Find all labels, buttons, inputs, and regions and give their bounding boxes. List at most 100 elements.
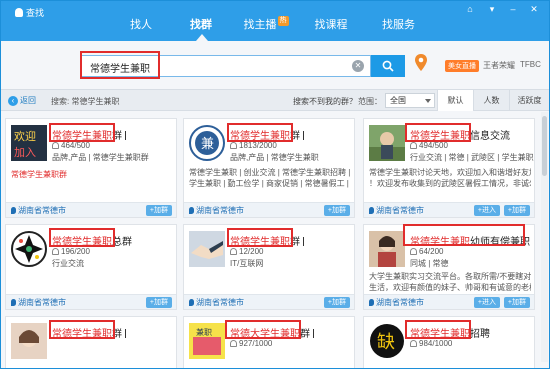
group-tags: 同城 | 常德 bbox=[410, 259, 449, 268]
join-group-button[interactable]: +加群 bbox=[503, 297, 530, 308]
group-location-text: 湖南省常德市 bbox=[376, 206, 424, 215]
group-location: 湖南省常德市 bbox=[369, 205, 424, 216]
group-desc-line1: 大学生兼职实习交流平台。各取所需/不要瞎对方 bbox=[369, 272, 531, 281]
people-icon bbox=[52, 142, 59, 149]
group-tags: 品牌,产品 | 常德学生兼职 bbox=[230, 153, 319, 162]
people-icon bbox=[230, 142, 237, 149]
member-count-value: 64/200 bbox=[419, 247, 444, 256]
hot-badge: 热 bbox=[277, 16, 289, 26]
group-tags: 行业交流 bbox=[52, 259, 84, 268]
location-icon[interactable] bbox=[414, 53, 428, 73]
tab-find-service[interactable]: 找服务 bbox=[371, 11, 426, 41]
svg-text:缺: 缺 bbox=[377, 332, 395, 353]
side-link-2[interactable]: TFBC bbox=[520, 60, 541, 69]
title-nav-bar: 查找 ⌂ ▾ – ✕ 找人 找群 找主播热 找课程 找服务 bbox=[1, 1, 549, 41]
card-footer: 湖南省常德市 +进入 +加群 bbox=[364, 202, 534, 217]
back-button[interactable]: ‹ 返回 bbox=[8, 95, 36, 106]
enter-group-button[interactable]: +进入 bbox=[473, 205, 500, 216]
not-found-link[interactable]: 搜索不到我的群？ bbox=[293, 96, 357, 107]
member-count-value: 1813/2000 bbox=[239, 141, 277, 150]
sort-members-tab[interactable]: 人数 bbox=[473, 90, 509, 111]
card-footer: 湖南省常德市 +加群 bbox=[184, 202, 354, 217]
search-icon bbox=[382, 60, 394, 72]
card-footer: 湖南省常德市 +加群 bbox=[184, 294, 354, 309]
people-icon bbox=[410, 248, 417, 255]
search-button[interactable] bbox=[371, 55, 405, 77]
tab-find-course[interactable]: 找课程 bbox=[306, 11, 356, 41]
card-footer: 湖南省常德市 +加群 bbox=[6, 294, 176, 309]
group-desc: 常德学生兼职群 bbox=[11, 169, 67, 180]
match-highlight-box bbox=[49, 228, 115, 247]
join-group-button[interactable]: +加群 bbox=[503, 205, 530, 216]
svg-text:欢迎: 欢迎 bbox=[14, 129, 36, 143]
member-count-value: 196/200 bbox=[61, 247, 90, 256]
scrollbar-thumb[interactable] bbox=[542, 116, 547, 176]
join-group-button[interactable]: +加群 bbox=[145, 205, 172, 216]
clear-icon[interactable]: ✕ bbox=[352, 60, 364, 72]
results-scrollbar[interactable] bbox=[541, 112, 548, 362]
people-icon bbox=[410, 142, 417, 149]
group-location: 湖南省常德市 bbox=[369, 297, 424, 308]
match-highlight-box bbox=[405, 123, 471, 142]
member-count-value: 464/500 bbox=[61, 141, 90, 150]
tab-find-streamer[interactable]: 找主播热 bbox=[236, 11, 296, 41]
group-location: 湖南省常德市 bbox=[11, 297, 66, 308]
search-highlight-box bbox=[80, 51, 160, 79]
match-highlight-box bbox=[227, 228, 293, 247]
cursor-icon bbox=[303, 237, 309, 246]
member-count-value: 984/1000 bbox=[419, 339, 453, 348]
match-highlight-box bbox=[403, 224, 525, 246]
pin-icon bbox=[11, 299, 16, 306]
sort-default-tab[interactable]: 默认 bbox=[437, 90, 473, 111]
member-count: 1813/2000 bbox=[230, 141, 277, 150]
group-avatar: 缺 bbox=[369, 323, 405, 359]
group-location-text: 湖南省常德市 bbox=[196, 206, 244, 215]
beauty-live-badge[interactable]: 美女直播 bbox=[445, 60, 479, 72]
join-group-button[interactable]: +加群 bbox=[145, 297, 172, 308]
cursor-icon bbox=[313, 329, 319, 338]
group-tags: IT/互联网 bbox=[230, 259, 264, 268]
pin-icon bbox=[189, 207, 194, 214]
member-count: 196/200 bbox=[52, 247, 90, 256]
card-footer: 湖南省常德市 +进入 +加群 bbox=[364, 294, 534, 309]
group-avatar bbox=[189, 231, 225, 267]
cursor-icon bbox=[125, 131, 131, 140]
svg-text:加入: 加入 bbox=[14, 146, 36, 159]
people-icon bbox=[410, 340, 417, 347]
group-avatar: 欢迎 加入 bbox=[11, 125, 47, 161]
nav-tabs: 找人 找群 找主播热 找课程 找服务 bbox=[1, 11, 549, 41]
svg-text:兼: 兼 bbox=[201, 137, 214, 152]
group-avatar bbox=[11, 231, 47, 267]
group-avatar bbox=[369, 231, 405, 267]
tab-find-people[interactable]: 找人 bbox=[116, 11, 166, 41]
join-group-button[interactable]: +加群 bbox=[323, 205, 350, 216]
group-name-rest: 总群 bbox=[112, 237, 132, 248]
member-count: 927/1000 bbox=[230, 339, 272, 348]
group-location-text: 湖南省常德市 bbox=[376, 298, 424, 307]
scope-label: 范围： bbox=[358, 97, 382, 106]
member-count-value: 927/1000 bbox=[239, 339, 273, 348]
member-count: 64/200 bbox=[410, 247, 443, 256]
people-icon bbox=[230, 248, 237, 255]
group-location: 湖南省常德市 bbox=[189, 297, 244, 308]
group-desc-line2: ！欢迎发布收集到的武陵区暑假工情况，非诚勿... bbox=[369, 179, 531, 188]
enter-group-button[interactable]: +进入 bbox=[473, 297, 500, 308]
group-avatar: 兼 bbox=[189, 125, 225, 161]
active-tab-indicator bbox=[196, 34, 208, 41]
svg-text:兼职: 兼职 bbox=[196, 327, 212, 337]
group-desc-line1: 常德学生兼职群 bbox=[11, 170, 67, 179]
results-grid: 欢迎 加入 常德学生兼职群 464/500 品牌,产品 | 常德学生兼职群 常德学… bbox=[1, 112, 549, 368]
pin-icon bbox=[189, 299, 194, 306]
group-avatar: 兼职 bbox=[189, 323, 225, 359]
cursor-icon bbox=[303, 131, 309, 140]
group-desc-line1: 常德学生兼职 | 创业交流 | 常德学生兼职招聘 | 常德 bbox=[189, 168, 351, 177]
card-footer: 湖南省常德市 +加群 bbox=[6, 202, 176, 217]
search-row: 常德学生兼职 ✕ 美女直播 王者荣耀 TFBC bbox=[1, 41, 549, 89]
group-avatar bbox=[369, 125, 405, 161]
side-link-1[interactable]: 王者荣耀 bbox=[483, 60, 515, 71]
join-group-button[interactable]: +加群 bbox=[323, 297, 350, 308]
match-highlight-box bbox=[227, 123, 293, 142]
sort-activity-tab[interactable]: 活跃度 bbox=[509, 90, 549, 111]
group-desc-line1: 常德学生兼职讨论天地，欢迎加入和谐增好友加入 bbox=[369, 168, 531, 177]
scope-select[interactable]: 全国 bbox=[385, 93, 435, 108]
